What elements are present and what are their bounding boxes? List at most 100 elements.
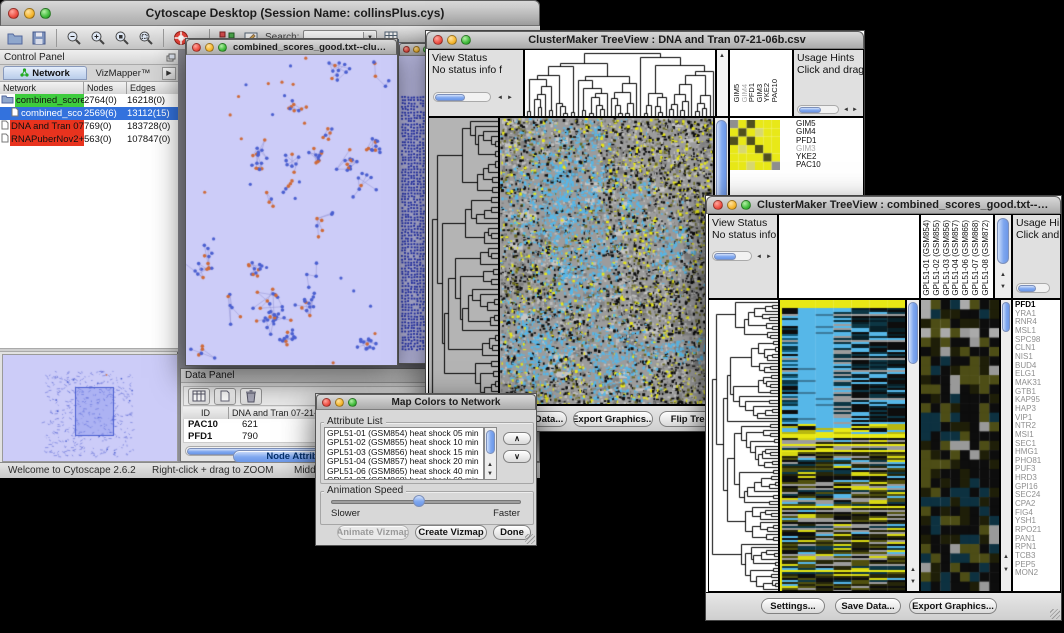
slider-thumb[interactable] xyxy=(413,495,425,507)
scroll-up-arrow[interactable]: ▲ xyxy=(717,52,727,60)
treeview2-titlebar[interactable]: ClusterMaker TreeView : combined_scores_… xyxy=(706,196,1061,214)
attribute-list[interactable]: GPL51-01 (GSM854) heat shock 05 minGPL51… xyxy=(324,427,484,480)
close-button[interactable] xyxy=(403,46,410,53)
tab-overflow-arrow[interactable]: ▶ xyxy=(162,67,176,80)
col-header-id[interactable]: ID xyxy=(183,407,229,419)
tv2-zoom-heatmap[interactable] xyxy=(921,300,999,591)
col-header-edges[interactable]: Edges xyxy=(127,82,178,94)
create-vizmap-button[interactable]: Create Vizmap xyxy=(415,525,487,540)
dialog-titlebar[interactable]: Map Colors to Network xyxy=(316,394,536,410)
network-view-titlebar[interactable]: combined_scores_good.txt--cluste... xyxy=(186,39,397,55)
attribute-list-scrollbar[interactable]: ▲ ▼ xyxy=(484,427,497,480)
maximize-button[interactable] xyxy=(348,398,357,407)
scroll-thumb[interactable] xyxy=(799,107,821,113)
scroll-right-arrow[interactable]: ► xyxy=(850,106,860,114)
attribute-list-item[interactable]: GPL51-03 (GSM856) heat shock 15 min xyxy=(327,448,483,457)
scroll-down-arrow[interactable]: ▼ xyxy=(1001,566,1011,574)
maximize-button[interactable] xyxy=(461,35,471,45)
close-button[interactable] xyxy=(713,200,723,210)
tab-vizmapper[interactable]: VizMapper™ xyxy=(87,66,159,80)
animation-speed-slider[interactable] xyxy=(331,500,521,504)
resize-grip[interactable] xyxy=(525,534,535,544)
vscroll-thumb[interactable] xyxy=(997,218,1009,264)
tv1-gene-dendrogram[interactable] xyxy=(429,118,498,404)
zoom-out-button[interactable] xyxy=(64,28,84,48)
maximize-button[interactable] xyxy=(40,8,51,19)
scroll-left-arrow[interactable]: ◄ xyxy=(495,94,505,102)
main-titlebar[interactable]: Cytoscape Desktop (Session Name: collins… xyxy=(0,0,540,26)
tv1-top-dendrogram[interactable] xyxy=(525,50,715,116)
usage-hints-scrollbar[interactable] xyxy=(1016,283,1050,293)
tv1-top-scroll-strip[interactable]: ▲ xyxy=(716,49,729,117)
resize-grip[interactable] xyxy=(1050,609,1060,619)
scroll-down-arrow[interactable]: ▼ xyxy=(998,283,1008,291)
attribute-list-item[interactable]: GPL51-07 (GSM868) heat shock 60 min xyxy=(327,476,483,480)
scroll-thumb[interactable] xyxy=(486,430,495,454)
tv2-heatmap-vscrollbar[interactable]: ▲ ▼ xyxy=(906,299,920,592)
minimize-button[interactable] xyxy=(447,35,457,45)
scroll-thumb[interactable] xyxy=(714,253,736,260)
minimize-button[interactable] xyxy=(727,200,737,210)
tv2-global-heatmap[interactable] xyxy=(780,300,905,591)
minimize-button[interactable] xyxy=(335,398,344,407)
view-status-scrollbar[interactable] xyxy=(433,92,491,102)
move-down-button[interactable]: ∨ xyxy=(503,450,531,463)
tv2-gene-dendrogram[interactable] xyxy=(709,300,778,591)
save-session-button[interactable] xyxy=(29,28,49,48)
close-button[interactable] xyxy=(433,35,443,45)
settings-button[interactable]: Settings... xyxy=(761,598,825,614)
attribute-list-item[interactable]: GPL51-01 (GSM854) heat shock 05 min xyxy=(327,429,483,438)
float-panel-icon[interactable] xyxy=(164,51,178,63)
attribute-list-item[interactable]: GPL51-04 (GSM857) heat shock 20 min xyxy=(327,457,483,466)
zoom-fit-button[interactable] xyxy=(136,28,156,48)
attribute-list-item[interactable]: GPL51-02 (GSM855) heat shock 10 min xyxy=(327,438,483,447)
scroll-thumb[interactable] xyxy=(435,94,465,101)
maximize-button[interactable] xyxy=(741,200,751,210)
view-status-scrollbar[interactable] xyxy=(712,251,752,261)
scroll-thumb[interactable] xyxy=(1018,285,1036,292)
zoom-selected-button[interactable] xyxy=(112,28,132,48)
birdseye-view[interactable] xyxy=(2,354,178,462)
panel-divider[interactable] xyxy=(0,348,178,352)
scroll-up-arrow[interactable]: ▲ xyxy=(485,461,495,469)
new-attribute-icon[interactable] xyxy=(214,388,236,405)
move-up-button[interactable]: ∧ xyxy=(503,432,531,445)
minimize-button[interactable] xyxy=(205,43,214,52)
close-button[interactable] xyxy=(8,8,19,19)
export-graphics-button[interactable]: Export Graphics... xyxy=(573,411,653,427)
col-header-network[interactable]: Network xyxy=(0,82,84,94)
scroll-right-arrow[interactable]: ► xyxy=(505,94,515,102)
tv1-global-heatmap[interactable] xyxy=(500,118,713,404)
treeview1-titlebar[interactable]: ClusterMaker TreeView : DNA and Tran 07-… xyxy=(426,31,864,49)
tv1-zoom-heatmap[interactable] xyxy=(730,120,780,170)
attribute-list-item[interactable]: GPL51-06 (GSM865) heat shock 40 min xyxy=(327,467,483,476)
scroll-up-arrow[interactable]: ▲ xyxy=(998,271,1008,279)
scroll-left-arrow[interactable]: ◄ xyxy=(754,253,764,261)
minimize-button[interactable] xyxy=(24,8,35,19)
network-table-row[interactable]: RNAPuberNov2+563(0)107847(0) xyxy=(0,133,178,146)
zoom-in-button[interactable] xyxy=(88,28,108,48)
animate-vizmap-button[interactable]: Animate Vizmap xyxy=(337,525,409,540)
export-graphics-button[interactable]: Export Graphics... xyxy=(909,598,997,614)
vscroll-thumb[interactable] xyxy=(1002,302,1010,332)
open-session-button[interactable] xyxy=(5,28,25,48)
maximize-button[interactable] xyxy=(218,43,227,52)
scroll-down-arrow[interactable]: ▼ xyxy=(485,470,495,478)
scroll-right-arrow[interactable]: ► xyxy=(764,253,774,261)
network-table-row[interactable]: combined_scores2764(0)16218(0) xyxy=(0,94,178,107)
close-button[interactable] xyxy=(192,43,201,52)
scroll-up-arrow[interactable]: ▲ xyxy=(908,566,918,574)
attribute-table-icon[interactable] xyxy=(188,388,210,405)
scroll-up-arrow[interactable]: ▲ xyxy=(1001,553,1011,561)
save-data-button[interactable]: Save Data... xyxy=(835,598,901,614)
tv2-gene-vscrollbar[interactable]: ▲ ▼ xyxy=(1000,299,1012,592)
network-canvas[interactable] xyxy=(186,55,397,365)
minimize-button[interactable] xyxy=(413,46,420,53)
network-table-row[interactable]: DNA and Tran 07769(0)183728(0) xyxy=(0,120,178,133)
col-header-nodes[interactable]: Nodes xyxy=(84,82,127,94)
close-button[interactable] xyxy=(322,398,331,407)
network-table-row[interactable]: combined_sco2569(6)13112(15) xyxy=(0,107,178,120)
tab-network[interactable]: Network xyxy=(3,66,87,80)
usage-hints-scrollbar[interactable] xyxy=(797,105,839,114)
scroll-down-arrow[interactable]: ▼ xyxy=(908,578,918,586)
